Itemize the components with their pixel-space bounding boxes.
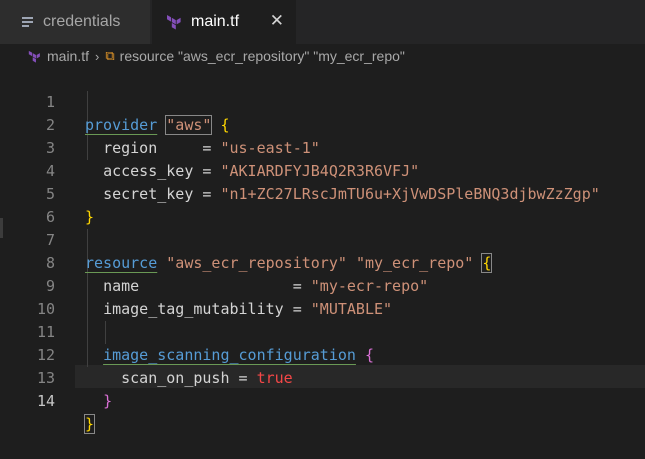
code-line: 10 xyxy=(0,275,645,318)
breadcrumb-file[interactable]: main.tf xyxy=(47,48,89,64)
code-line: 4 secret_key = "n1+ZC27LRscJmTU6u+XjVwDS… xyxy=(0,137,645,203)
tab-label: credentials xyxy=(43,13,121,30)
close-icon[interactable]: ✕ xyxy=(270,11,284,31)
code-line: 13 } xyxy=(0,344,645,410)
tab-main-tf[interactable]: main.tf ✕ xyxy=(152,0,296,44)
symbol-structure-icon: ⧉ xyxy=(105,48,115,64)
tab-credentials[interactable]: credentials xyxy=(0,0,151,44)
line-number: 14 xyxy=(36,392,55,410)
tab-bar: credentials main.tf ✕ xyxy=(0,0,645,44)
breadcrumb: main.tf › ⧉ resource "aws_ecr_repository… xyxy=(0,44,645,68)
code-line: 12 scan_on_push = true xyxy=(0,321,645,387)
code-line: 6 xyxy=(0,183,645,226)
code-line: 1 provider "aws" { xyxy=(0,68,645,135)
code-line: 3 access_key = "AKIARDFYJB4Q2R3R6VFJ" xyxy=(0,114,645,180)
terraform-icon xyxy=(167,15,181,30)
code-line: 7 resource "aws_ecr_repository" "my_ecr_… xyxy=(0,206,645,273)
code-line: 14 } xyxy=(0,367,645,434)
breadcrumb-symbol[interactable]: resource "aws_ecr_repository" "my_ecr_re… xyxy=(120,48,405,64)
bracket: } xyxy=(103,392,113,410)
code-line: 5 } xyxy=(0,160,645,226)
code-line: 2 region = "us-east-1" xyxy=(0,91,645,157)
bracket: } xyxy=(83,414,96,434)
code-line: 11 image_scanning_configuration { xyxy=(0,298,645,364)
code-line: 8 name = "my-ecr-repo" xyxy=(0,229,645,295)
code-editor[interactable]: 1 provider "aws" { 2 region = "us-east-1… xyxy=(0,68,645,434)
tab-label: main.tf xyxy=(191,13,240,30)
code-line: 9 image_tag_mutability = "MUTABLE" xyxy=(0,252,645,318)
lines-icon xyxy=(22,15,33,29)
terraform-icon xyxy=(28,50,40,63)
chevron-right-icon: › xyxy=(95,48,100,64)
